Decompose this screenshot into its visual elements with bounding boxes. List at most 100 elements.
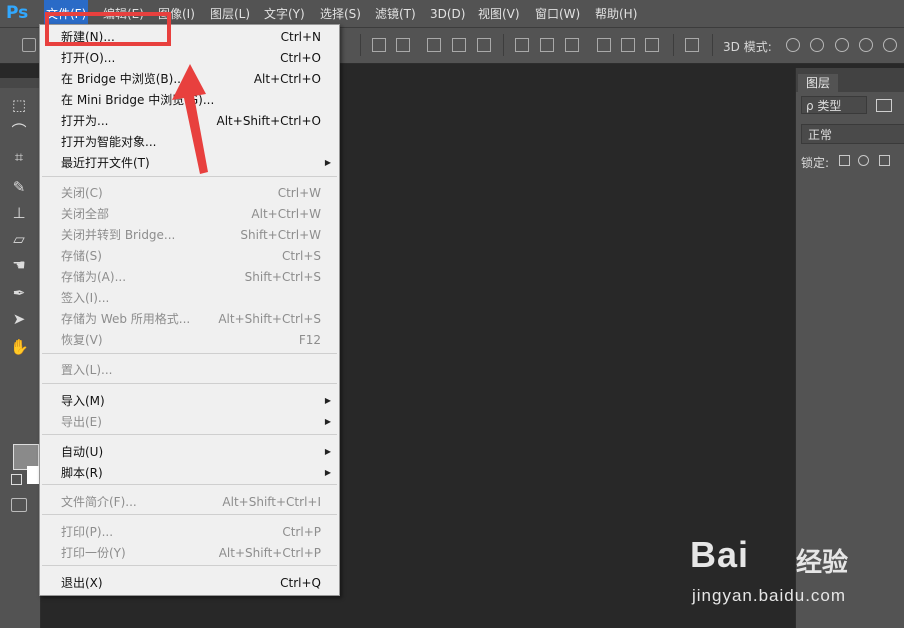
move-tool-icon[interactable]: [22, 38, 36, 52]
panel-tab-bar: 图层: [796, 68, 904, 92]
path-selection-icon[interactable]: ➤: [10, 310, 28, 328]
tools-panel-grip[interactable]: [0, 78, 40, 88]
file-menu-item: 关闭并转到 Bridge... Shift+Ctrl+W: [40, 225, 339, 245]
3d-rotate-icon[interactable]: [786, 38, 800, 52]
swap-colors-icon[interactable]: [11, 474, 22, 485]
lasso-tool-icon[interactable]: ⌒: [10, 122, 28, 140]
menu-separator: [42, 565, 337, 566]
distribute-top-icon[interactable]: [515, 38, 529, 52]
menu-item-shortcut: Alt+Ctrl+O: [253, 72, 321, 86]
lock-position-icon[interactable]: [879, 155, 890, 166]
smudge-tool-icon[interactable]: ☚: [10, 256, 28, 274]
menu-item-label: 打开为智能对象...: [61, 135, 157, 149]
3d-slide-icon[interactable]: [859, 38, 873, 52]
distribute-center-icon[interactable]: [540, 38, 554, 52]
submenu-arrow-icon: ▶: [324, 396, 331, 405]
layer-filter-select[interactable]: ρ 类型: [801, 96, 867, 114]
align-vertical-center-icon[interactable]: [396, 38, 410, 52]
file-menu-item: 存储为 Web 所用格式... Alt+Shift+Ctrl+S: [40, 309, 339, 329]
menu-item-label: 关闭全部: [61, 207, 110, 221]
menu-separator: [42, 514, 337, 515]
eraser-tool-icon[interactable]: ▱: [10, 230, 28, 248]
menu-item-shortcut: Alt+Shift+Ctrl+I: [222, 495, 321, 509]
menu-window[interactable]: 窗口(W): [533, 0, 582, 28]
file-menu-item: 打印(P)... Ctrl+P: [40, 522, 339, 542]
menu-item-shortcut: Alt+Shift+Ctrl+P: [218, 546, 321, 560]
options-separator: [712, 34, 713, 56]
auto-align-icon[interactable]: [685, 38, 699, 52]
watermark-brand: Bai: [690, 534, 750, 575]
lock-image-icon[interactable]: [858, 155, 869, 166]
3d-roll-icon[interactable]: [810, 38, 824, 52]
menu-item-label: 存储为 Web 所用格式...: [61, 312, 191, 326]
menu-item-label: 恢复(V): [61, 333, 103, 347]
distribute-right-icon[interactable]: [645, 38, 659, 52]
baidu-jingyan-watermark: Bai 经验 jingyan.baidu.com: [690, 530, 904, 610]
menu-separator: [42, 434, 337, 435]
menu-item-shortcut: Alt+Shift+Ctrl+O: [216, 114, 321, 128]
menu-item-shortcut: Shift+Ctrl+S: [244, 270, 321, 284]
menu-item-shortcut: Ctrl+P: [282, 525, 321, 539]
clone-stamp-icon[interactable]: ⊥: [10, 204, 28, 222]
align-left-icon[interactable]: [452, 38, 466, 52]
lock-label: 锁定:: [801, 156, 830, 170]
watermark-url: jingyan.baidu.com: [692, 586, 847, 605]
file-menu-item: 恢复(V) F12: [40, 330, 339, 350]
menu-item-label: 脚本(R): [61, 466, 103, 480]
file-menu-item: 签入(I)...: [40, 288, 339, 308]
tools-panel: ⬚ ⌒ ⌗ ✎ ⊥ ▱ ☚ ✒ ➤ ✋: [0, 78, 41, 628]
hand-tool-icon[interactable]: ✋: [10, 338, 29, 356]
distribute-left-icon[interactable]: [597, 38, 611, 52]
file-menu-item[interactable]: 导入(M) ▶: [40, 391, 339, 411]
align-horizontal-center-icon[interactable]: [477, 38, 491, 52]
file-menu-item[interactable]: 退出(X) Ctrl+Q: [40, 573, 339, 593]
file-menu-item: 置入(L)...: [40, 360, 339, 380]
file-menu-item: 存储(S) Ctrl+S: [40, 246, 339, 266]
blend-mode-select[interactable]: 正常: [801, 124, 904, 144]
align-top-icon[interactable]: [372, 38, 386, 52]
menu-item-shortcut: Ctrl+O: [280, 51, 321, 65]
align-bottom-icon[interactable]: [427, 38, 441, 52]
menu-filter[interactable]: 滤镜(T): [373, 0, 418, 28]
marquee-tool-icon[interactable]: ⬚: [10, 96, 28, 114]
distribute-bottom-icon[interactable]: [565, 38, 579, 52]
menu-item-label: 关闭(C): [61, 186, 103, 200]
3d-mode-label: 3D 模式:: [723, 40, 772, 54]
watermark-brand-cn: 经验: [796, 548, 849, 578]
menu-3d[interactable]: 3D(D): [428, 0, 467, 28]
menu-separator: [42, 353, 337, 354]
3d-pan-icon[interactable]: [835, 38, 849, 52]
file-menu-item: 打印一份(Y) Alt+Shift+Ctrl+P: [40, 543, 339, 563]
file-menu-item: 导出(E) ▶: [40, 412, 339, 432]
healing-brush-icon[interactable]: ✎: [10, 178, 28, 196]
red-arrow-shaft: [172, 64, 208, 174]
lock-transparent-icon[interactable]: [839, 155, 850, 166]
menu-help[interactable]: 帮助(H): [593, 0, 639, 28]
menu-item-label: 存储(S): [61, 249, 102, 263]
distribute-hcenter-icon[interactable]: [621, 38, 635, 52]
pen-tool-icon[interactable]: ✒: [10, 284, 28, 302]
menu-item-shortcut: Alt+Shift+Ctrl+S: [218, 312, 321, 326]
menu-item-shortcut: Ctrl+N: [280, 30, 321, 44]
highlight-box: [45, 12, 171, 46]
filter-image-icon[interactable]: [876, 99, 892, 112]
menu-item-label: 存储为(A)...: [61, 270, 127, 284]
quick-mask-icon[interactable]: [11, 498, 27, 512]
menu-view[interactable]: 视图(V): [476, 0, 522, 28]
3d-scale-icon[interactable]: [883, 38, 897, 52]
options-separator: [503, 34, 504, 56]
file-menu-item: 文件简介(F)... Alt+Shift+Ctrl+I: [40, 492, 339, 512]
submenu-arrow-icon: ▶: [324, 447, 331, 456]
file-menu-item[interactable]: 脚本(R) ▶: [40, 463, 339, 483]
file-menu-item[interactable]: 自动(U) ▶: [40, 442, 339, 462]
menu-separator: [42, 383, 337, 384]
menu-item-shortcut: Ctrl+W: [277, 186, 321, 200]
menu-separator: [42, 484, 337, 485]
options-separator: [673, 34, 674, 56]
menu-item-label: 退出(X): [61, 576, 103, 590]
menu-item-label: 关闭并转到 Bridge...: [61, 228, 176, 242]
crop-tool-icon[interactable]: ⌗: [10, 148, 28, 166]
menu-item-shortcut: F12: [298, 333, 321, 347]
submenu-arrow-icon: ▶: [324, 468, 331, 477]
tab-layers[interactable]: 图层: [798, 74, 839, 92]
